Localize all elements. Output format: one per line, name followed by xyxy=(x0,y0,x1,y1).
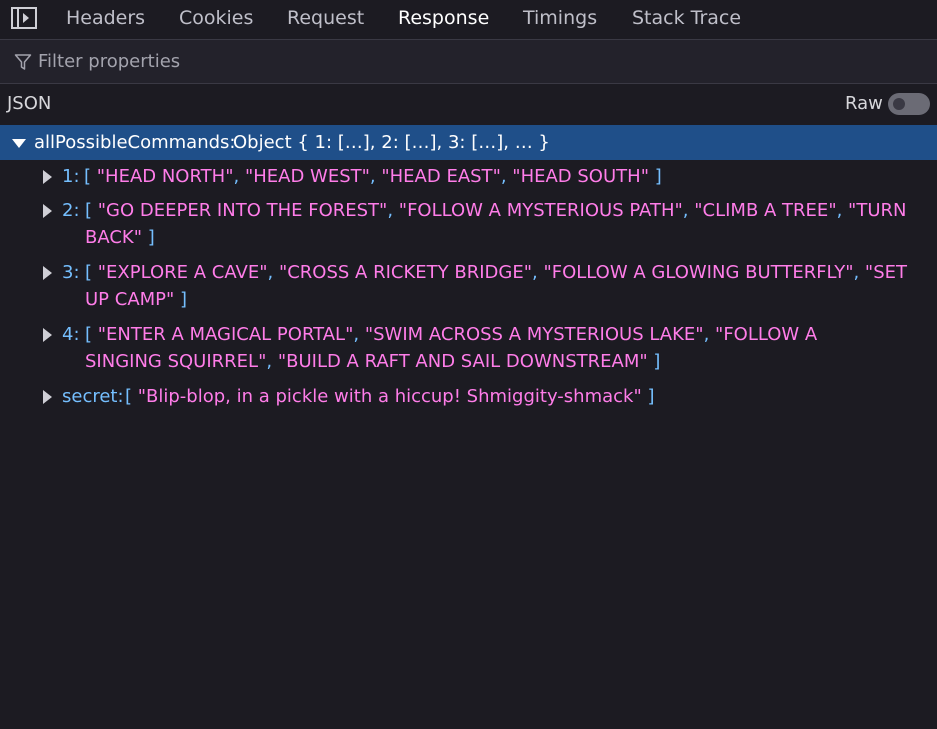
row-key: 1: xyxy=(62,166,80,187)
tree-row-4[interactable]: 4: [ "ENTER A MAGICAL PORTAL", "SWIM ACR… xyxy=(0,321,937,377)
toggle-sidebar-icon[interactable] xyxy=(11,7,37,29)
collapsed-triangle-icon[interactable] xyxy=(43,204,52,218)
row-key: secret: xyxy=(62,386,124,407)
row-value: [ "Blip-blop, in a pickle with a hiccup!… xyxy=(125,386,655,407)
tab-request[interactable]: Request xyxy=(287,0,364,39)
tab-headers[interactable]: Headers xyxy=(66,0,145,39)
tab-timings[interactable]: Timings xyxy=(523,0,597,39)
filter-bar xyxy=(0,40,937,84)
tree-row-3[interactable]: 3: [ "EXPLORE A CAVE", "CROSS A RICKETY … xyxy=(0,259,937,315)
root-summary: Object { 1: […], 2: […], 3: […], … } xyxy=(233,132,550,153)
filter-properties-input[interactable] xyxy=(38,46,918,76)
row-value: [ "GO DEEPER INTO THE FOREST", "FOLLOW A… xyxy=(85,200,907,248)
collapsed-triangle-icon[interactable] xyxy=(43,328,52,342)
collapsed-triangle-icon[interactable] xyxy=(43,170,52,184)
raw-toggle[interactable] xyxy=(888,93,930,115)
row-value: [ "ENTER A MAGICAL PORTAL", "SWIM ACROSS… xyxy=(85,324,818,372)
collapsed-triangle-icon[interactable] xyxy=(43,266,52,280)
tab-response[interactable]: Response xyxy=(398,0,489,39)
raw-label: Raw xyxy=(845,93,883,114)
tab-stack-trace[interactable]: Stack Trace xyxy=(632,0,741,39)
row-key: 4: xyxy=(62,324,80,345)
tree-row-2[interactable]: 2: [ "GO DEEPER INTO THE FOREST", "FOLLO… xyxy=(0,197,937,253)
tree-row-root[interactable]: allPossibleCommands: Object { 1: […], 2:… xyxy=(0,125,937,160)
row-value: [ "EXPLORE A CAVE", "CROSS A RICKETY BRI… xyxy=(85,262,907,310)
raw-toggle-knob xyxy=(893,98,905,110)
json-toolbar: JSON Raw xyxy=(0,84,937,124)
collapsed-triangle-icon[interactable] xyxy=(43,390,52,404)
json-label: JSON xyxy=(7,93,52,114)
row-key: 2: xyxy=(62,200,80,221)
tab-cookies[interactable]: Cookies xyxy=(179,0,253,39)
tree-row-1[interactable]: 1: [ "HEAD NORTH", "HEAD WEST", "HEAD EA… xyxy=(0,163,937,193)
root-key: allPossibleCommands: xyxy=(34,132,236,153)
expand-triangle-icon[interactable] xyxy=(12,139,26,148)
row-key: 3: xyxy=(62,262,80,283)
tree-row-secret[interactable]: secret: [ "Blip-blop, in a pickle with a… xyxy=(0,383,937,413)
tab-bar: Headers Cookies Request Response Timings… xyxy=(0,0,937,40)
row-value: [ "HEAD NORTH", "HEAD WEST", "HEAD EAST"… xyxy=(84,166,662,187)
filter-icon xyxy=(14,54,32,70)
